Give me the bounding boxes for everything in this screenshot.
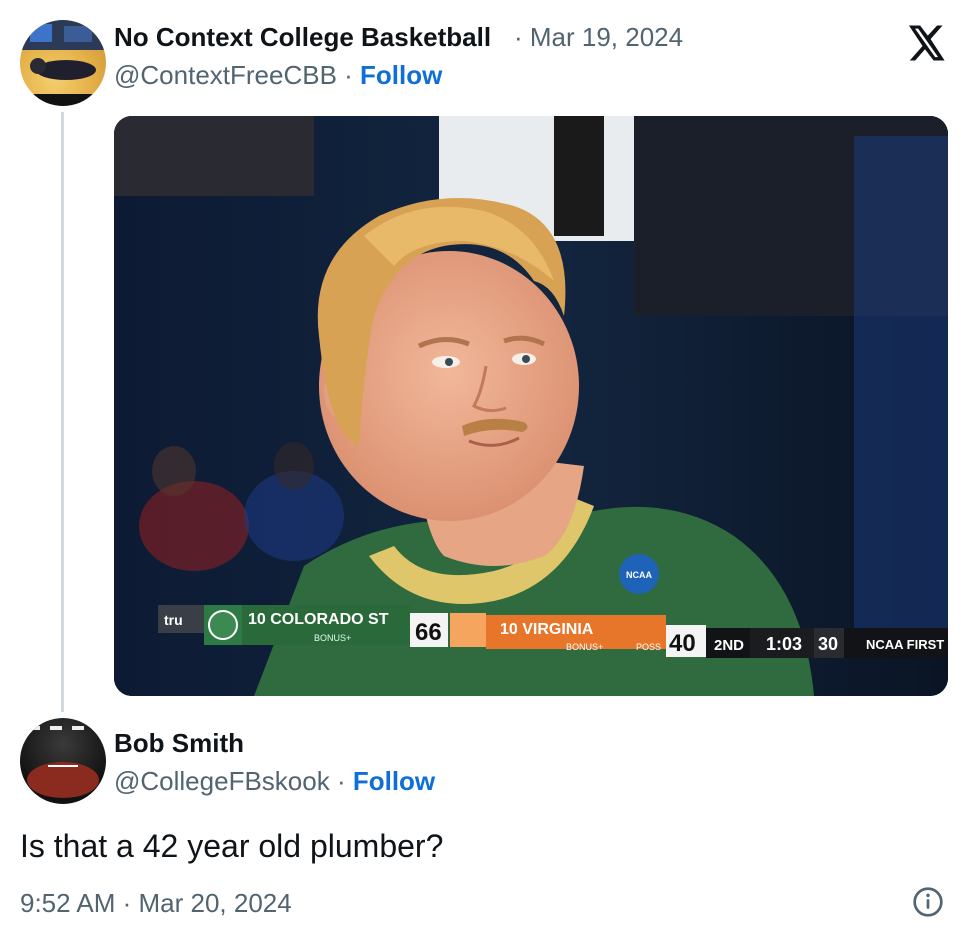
game-clock: 1:03 [766, 634, 802, 654]
user-handle[interactable]: @CollegeFBskook [114, 766, 330, 796]
team2-score: 40 [669, 630, 696, 657]
thread-connector-line [61, 112, 64, 712]
tweet-timestamp[interactable]: 9:52 AM · Mar 20, 2024 [20, 888, 292, 919]
network-logo: tru [164, 612, 183, 628]
separator: · [336, 60, 361, 90]
display-name[interactable]: Bob Smith [114, 728, 244, 759]
separator: · [329, 766, 353, 796]
ticker-text: NCAA FIRST [866, 637, 944, 652]
user-handle-row: @ContextFreeCBB · Follow [114, 60, 442, 91]
team2-name: 10 VIRGINIA [500, 621, 594, 638]
tweet-media-image[interactable]: NCAA tru 10 COLORADO ST BONUS+ 66 10 VIR… [114, 116, 948, 696]
team1-bonus: BONUS+ [314, 633, 351, 643]
follow-button[interactable]: Follow [360, 60, 442, 90]
post-date[interactable]: · Mar 19, 2024 [514, 22, 683, 53]
team2-bonus: BONUS+ [566, 642, 603, 652]
game-period: 2ND [714, 637, 744, 654]
avatar-image-icon [20, 20, 106, 106]
user-handle-row: @CollegeFBskook · Follow [114, 766, 435, 797]
team1-name: 10 COLORADO ST [248, 611, 389, 628]
avatar[interactable] [20, 718, 106, 804]
user-handle[interactable]: @ContextFreeCBB [114, 60, 337, 90]
x-logo-icon[interactable] [904, 22, 946, 64]
basketball-photo: NCAA tru 10 COLORADO ST BONUS+ 66 10 VIR… [114, 116, 948, 696]
team2-possession: POSS [636, 642, 661, 652]
team1-score: 66 [415, 619, 442, 646]
display-name[interactable]: No Context College Basketball [114, 22, 491, 53]
avatar[interactable] [20, 20, 106, 106]
info-icon[interactable] [912, 886, 944, 918]
shot-clock: 30 [818, 634, 838, 654]
tweet-text: Is that a 42 year old plumber? [20, 828, 444, 864]
football-avatar-icon [27, 726, 99, 798]
jersey-patch-label: NCAA [626, 570, 652, 580]
follow-button[interactable]: Follow [353, 766, 435, 796]
